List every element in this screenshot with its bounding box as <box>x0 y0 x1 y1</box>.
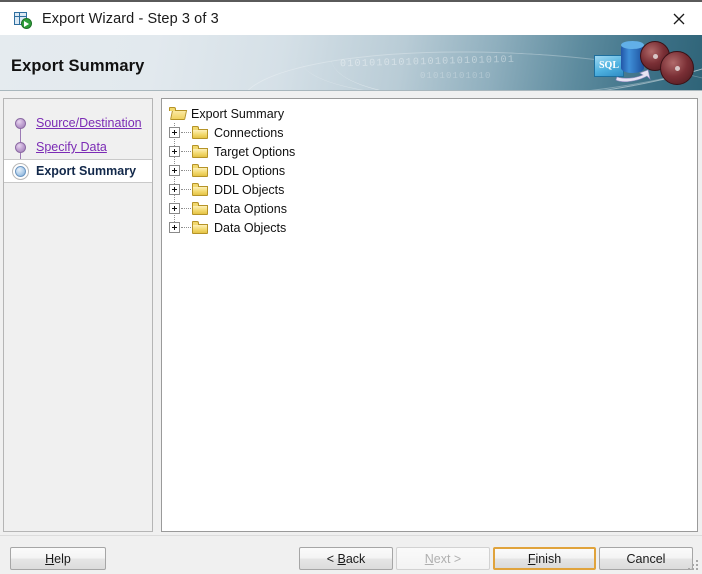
step-dot-icon <box>14 117 27 130</box>
tree-node-label: Export Summary <box>191 106 285 121</box>
expand-plus-icon[interactable] <box>169 146 180 157</box>
help-button-label: Help <box>45 551 71 566</box>
finish-button[interactable]: Finish <box>493 547 596 570</box>
tree-node-connections[interactable]: Connections <box>167 123 697 142</box>
tree-node-label: Data Options <box>214 201 287 216</box>
summary-tree: Export Summary Connections Target Option… <box>162 99 697 237</box>
folder-open-icon <box>169 107 188 120</box>
tree-dash <box>181 150 191 153</box>
expand-plus-icon[interactable] <box>169 222 180 233</box>
step-dot-icon <box>14 141 27 154</box>
help-button[interactable]: Help <box>10 547 106 570</box>
tree-node-target-options[interactable]: Target Options <box>167 142 697 161</box>
window-title: Export Wizard - Step 3 of 3 <box>42 10 219 27</box>
tree-node-label: Target Options <box>214 144 296 159</box>
tree-dash <box>181 226 191 229</box>
tree-dash <box>181 188 191 191</box>
folder-icon <box>192 221 208 234</box>
sql-export-artwork: SQL <box>588 37 696 89</box>
close-icon <box>673 13 685 24</box>
cancel-button-label: Cancel <box>626 551 666 566</box>
expand-plus-icon[interactable] <box>169 165 180 176</box>
tree-node-data-options[interactable]: Data Options <box>167 199 697 218</box>
sidebar-item-label: Export Summary <box>36 164 137 178</box>
export-summary-tree-panel[interactable]: Export Summary Connections Target Option… <box>161 98 698 532</box>
next-button-label: Next > <box>424 551 462 566</box>
wizard-steps-sidebar: Source/Destination Specify Data Export S… <box>3 98 153 532</box>
folder-icon <box>192 202 208 215</box>
tree-node-label: DDL Objects <box>214 182 285 197</box>
cancel-button[interactable]: Cancel <box>599 547 693 570</box>
export-arrow-icon <box>615 69 651 82</box>
expand-plus-icon[interactable] <box>169 203 180 214</box>
export-table-icon <box>13 10 32 29</box>
tree-node-label: DDL Options <box>214 163 286 178</box>
tree-node-ddl-objects[interactable]: DDL Objects <box>167 180 697 199</box>
tree-node-data-objects[interactable]: Data Objects <box>167 218 697 237</box>
tree-node-label: Connections <box>214 125 284 140</box>
page-title: Export Summary <box>11 57 145 75</box>
film-reel-icon-2 <box>660 51 694 85</box>
sidebar-item-specify-data[interactable]: Specify Data <box>4 135 152 159</box>
step-dot-active-icon <box>12 162 29 180</box>
finish-button-label: Finish <box>527 551 562 566</box>
banner-binary-text-2: 01010101010 <box>420 71 492 81</box>
sidebar-item-export-summary[interactable]: Export Summary <box>4 159 152 183</box>
wizard-content: Source/Destination Specify Data Export S… <box>0 92 702 535</box>
tree-dash <box>181 169 191 172</box>
sidebar-item-source-destination[interactable]: Source/Destination <box>4 111 152 135</box>
title-bar: Export Wizard - Step 3 of 3 <box>0 2 702 35</box>
folder-icon <box>192 164 208 177</box>
wizard-banner: 010101010101010101010101 01010101010 Exp… <box>0 35 702 91</box>
tree-node-root[interactable]: Export Summary <box>167 104 697 123</box>
tree-dash <box>181 131 191 134</box>
back-button[interactable]: < Back <box>299 547 393 570</box>
expand-plus-icon[interactable] <box>169 127 180 138</box>
sidebar-item-label: Source/Destination <box>36 116 142 130</box>
resize-grip[interactable] <box>687 559 700 572</box>
sidebar-item-label: Specify Data <box>36 140 107 154</box>
step-list: Source/Destination Specify Data Export S… <box>4 99 152 183</box>
close-button[interactable] <box>656 2 702 35</box>
wizard-footer: Help < Back Next > Finish Cancel <box>0 535 702 574</box>
next-button: Next > <box>396 547 490 570</box>
expand-plus-icon[interactable] <box>169 184 180 195</box>
export-wizard-window: Export Wizard - Step 3 of 3 010101010101… <box>0 0 702 574</box>
folder-icon <box>192 145 208 158</box>
back-button-label: < Back <box>326 551 366 566</box>
tree-dash <box>181 207 191 210</box>
tree-node-ddl-options[interactable]: DDL Options <box>167 161 697 180</box>
folder-icon <box>192 183 208 196</box>
folder-icon <box>192 126 208 139</box>
tree-node-label: Data Objects <box>214 220 287 235</box>
